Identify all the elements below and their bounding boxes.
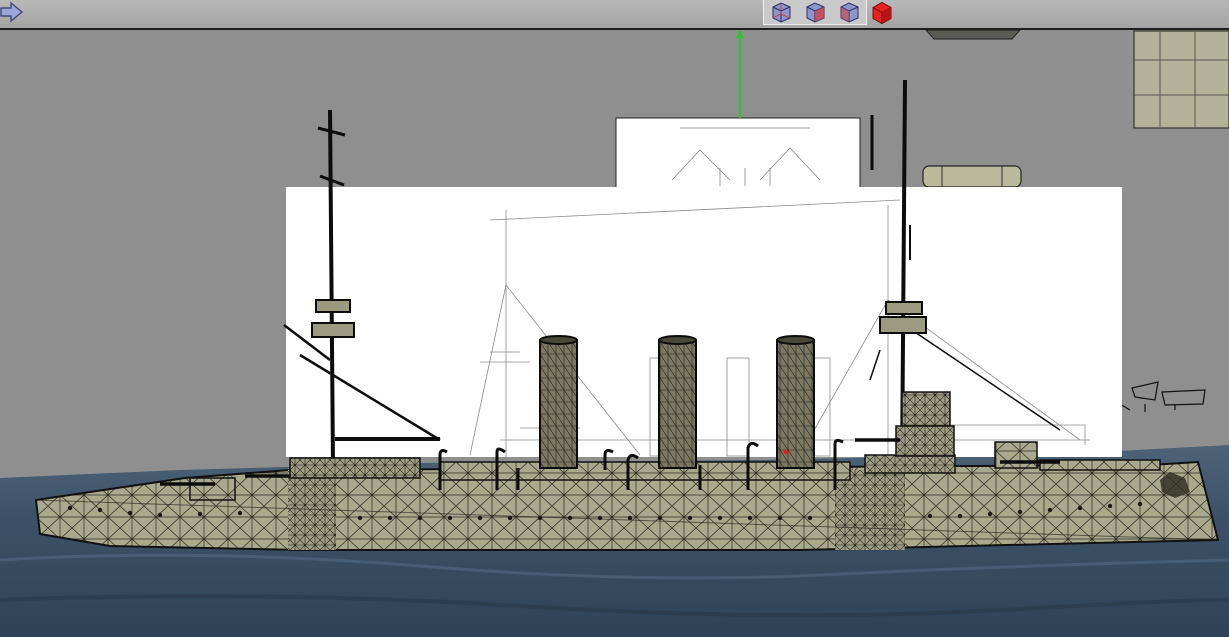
- view-mode-group: [763, 0, 867, 25]
- distant-boat-models: [1119, 381, 1206, 412]
- background-block-object: [1133, 30, 1229, 129]
- hull-dense-section-aft: [835, 470, 905, 550]
- wireframe-cube-icon[interactable]: [802, 0, 828, 24]
- viewport-toolbar: [0, 0, 1229, 30]
- reference-plane-top: [615, 117, 861, 189]
- solid-cube-icon[interactable]: [869, 0, 895, 25]
- main-mast-top: [879, 301, 927, 334]
- reference-plane-side: [286, 187, 1122, 457]
- arrow-right-icon[interactable]: [0, 1, 24, 23]
- scene-canvas: [0, 30, 1229, 637]
- background-rounded-object: [925, 30, 1021, 40]
- bridge-structure: [895, 391, 955, 457]
- background-tank-object: [922, 165, 1022, 188]
- funnel-1: [539, 335, 578, 469]
- wireframe-cube-icon[interactable]: [768, 0, 794, 24]
- 3d-viewport[interactable]: [0, 30, 1229, 637]
- wireframe-cube-icon[interactable]: [836, 0, 862, 24]
- funnel-2: [658, 335, 697, 469]
- selected-vertex-marker: [783, 449, 789, 455]
- funnel-3: [776, 335, 815, 469]
